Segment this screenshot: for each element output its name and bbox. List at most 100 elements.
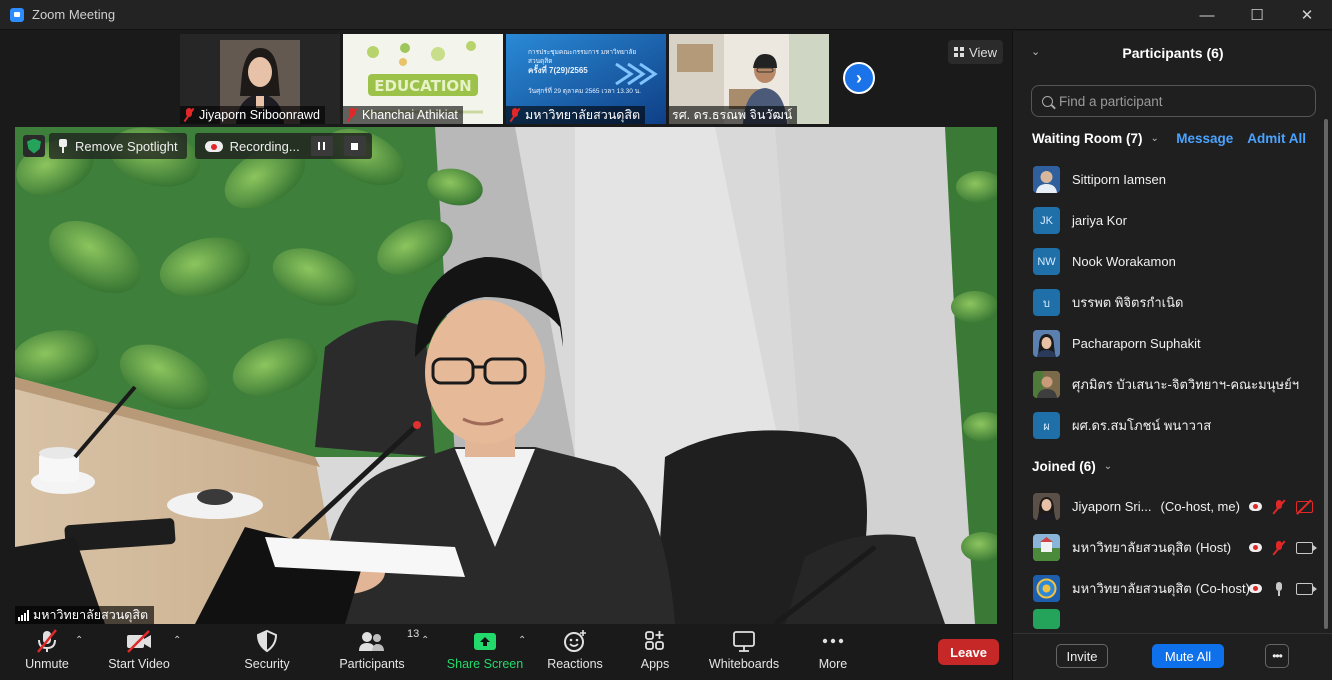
thumbnail-strip: Jiyaporn Sriboonrawd EDUCATION Khanchai … <box>180 34 829 124</box>
share-screen-button[interactable]: Share Screen <box>446 626 524 680</box>
waiting-participant[interactable]: NW Nook Worakamon <box>1013 241 1323 282</box>
waiting-room-header[interactable]: Waiting Room (7) ⌄ <box>1032 131 1159 146</box>
joined-participant[interactable]: มหาวิทยาลัยสวนดุสิต (Co-host) <box>1013 568 1323 609</box>
mic-muted-icon[interactable] <box>1272 499 1286 515</box>
signal-strength-icon <box>18 609 29 621</box>
pin-icon <box>58 139 68 153</box>
chevron-down-icon: ⌄ <box>1103 461 1113 472</box>
share-options-chevron-icon[interactable]: ⌃ <box>518 635 526 646</box>
apps-button[interactable]: Apps <box>636 626 674 680</box>
avatar <box>1033 609 1060 629</box>
shield-icon <box>256 626 278 656</box>
spotlight-video[interactable]: Remove Spotlight Recording... มหาวิทยาลั… <box>15 127 997 624</box>
start-video-label: Start Video <box>108 657 170 671</box>
slide-line: การประชุมคณะกรรมการ มหาวิทยาลัยสวนดุสิต <box>528 49 637 65</box>
slide-text: การประชุมคณะกรรมการ มหาวิทยาลัยสวนดุสิต … <box>528 48 660 96</box>
microphone-icon[interactable] <box>1272 581 1286 597</box>
thumbnail-name-tag: มหาวิทยาลัยสวนดุสิต <box>506 106 646 124</box>
participant-name: ผศ.ดร.สมโภชน์ พนาวาส <box>1072 418 1212 433</box>
close-button[interactable]: ✕ <box>1282 0 1332 30</box>
waiting-participant[interactable]: Sittiporn Iamsen <box>1013 159 1323 200</box>
pause-icon <box>318 142 326 150</box>
start-video-button[interactable]: Start Video <box>107 626 171 680</box>
mic-muted-icon <box>509 108 521 122</box>
stop-recording-button[interactable] <box>343 136 366 156</box>
apps-label: Apps <box>640 657 670 671</box>
participant-search-input[interactable]: Find a participant <box>1031 85 1316 117</box>
participants-options-chevron-icon[interactable]: ⌃ <box>421 635 429 646</box>
title-bar: Zoom Meeting — ☐ ✕ <box>0 0 1332 30</box>
remove-spotlight-label: Remove Spotlight <box>75 138 178 154</box>
waiting-participant[interactable]: JK jariya Kor <box>1013 200 1323 241</box>
waiting-participant[interactable]: ศุภมิตร บัวเสนาะ-จิตวิทยาฯ-คณะมนุษย์ฯ <box>1013 364 1323 405</box>
video-off-icon[interactable] <box>1296 500 1313 513</box>
more-button[interactable]: More <box>814 626 852 680</box>
search-placeholder: Find a participant <box>1059 93 1163 109</box>
video-camera-icon[interactable] <box>1296 541 1317 554</box>
leave-button[interactable]: Leave <box>938 639 999 665</box>
zoom-logo-icon <box>10 7 24 22</box>
joined-participant[interactable]: Jiyaporn Sri... (Co-host, me) <box>1013 486 1323 527</box>
participant-status-icons <box>1249 527 1317 568</box>
minimize-button[interactable]: — <box>1182 0 1232 30</box>
invite-button[interactable]: Invite <box>1056 644 1108 668</box>
waiting-participant[interactable]: ผ ผศ.ดร.สมโภชน์ พนาวาส <box>1013 405 1323 446</box>
mic-muted-icon <box>34 626 60 656</box>
video-camera-icon[interactable] <box>1296 582 1317 595</box>
cloud-recording-icon <box>1249 502 1262 511</box>
joined-participant-partial[interactable] <box>1013 609 1323 629</box>
video-options-chevron-icon[interactable]: ⌃ <box>173 635 181 646</box>
admit-all-button[interactable]: Admit All <box>1247 131 1306 146</box>
security-label: Security <box>244 657 290 671</box>
cloud-recording-icon <box>204 140 223 152</box>
audio-options-chevron-icon[interactable]: ⌃ <box>75 635 83 646</box>
avatar <box>1033 166 1060 193</box>
thumbnail-name: รศ. ดร.ธรณพ จินวัฒน์ <box>672 108 793 122</box>
spotlight-overlay: Remove Spotlight Recording... <box>23 133 372 159</box>
mute-all-button[interactable]: Mute All <box>1152 644 1224 668</box>
recording-indicator: Recording... <box>194 133 372 159</box>
joined-header[interactable]: Joined (6) ⌄ <box>1032 459 1112 474</box>
more-options-button[interactable]: ••• <box>1265 644 1289 668</box>
waiting-participant[interactable]: Pacharaporn Suphakit <box>1013 323 1323 364</box>
video-thumbnail[interactable]: การประชุมคณะกรรมการ มหาวิทยาลัยสวนดุสิต … <box>506 34 666 124</box>
mic-muted-icon[interactable] <box>1272 540 1286 556</box>
participant-name: Nook Worakamon <box>1072 254 1176 269</box>
avatar <box>1033 493 1060 520</box>
window-controls: — ☐ ✕ <box>1182 0 1332 30</box>
participants-button[interactable]: 13 Participants <box>338 626 419 680</box>
joined-participant[interactable]: มหาวิทยาลัยสวนดุสิต (Host) <box>1013 527 1323 568</box>
message-button[interactable]: Message <box>1176 131 1233 146</box>
security-button[interactable]: Security <box>242 626 292 680</box>
participant-status-icons <box>1249 568 1317 609</box>
unmute-button[interactable]: Unmute <box>22 626 72 680</box>
search-icon <box>1042 95 1053 107</box>
panel-scrollbar[interactable] <box>1324 119 1328 629</box>
panel-footer: Invite Mute All ••• <box>1013 633 1332 680</box>
video-thumbnail[interactable]: Jiyaporn Sriboonrawd <box>180 34 340 124</box>
maximize-button[interactable]: ☐ <box>1232 0 1282 30</box>
remove-spotlight-button[interactable]: Remove Spotlight <box>49 133 187 159</box>
more-dots-icon <box>820 626 846 656</box>
view-label: View <box>969 44 997 60</box>
avatar: NW <box>1033 248 1060 275</box>
whiteboard-icon <box>731 626 757 656</box>
participant-name: ศุภมิตร บัวเสนาะ-จิตวิทยาฯ-คณะมนุษย์ฯ <box>1072 377 1300 392</box>
next-page-arrow-icon[interactable]: › <box>843 62 875 94</box>
participant-role: (Co-host, me) <box>1160 499 1240 514</box>
video-thumbnail[interactable]: EDUCATION Khanchai Athikiat <box>343 34 503 124</box>
encryption-shield-icon[interactable] <box>23 135 45 157</box>
view-button[interactable]: View <box>948 40 1003 64</box>
pause-recording-button[interactable] <box>310 136 333 156</box>
share-screen-label: Share Screen <box>446 657 524 671</box>
reactions-button[interactable]: Reactions <box>546 626 604 680</box>
reactions-label: Reactions <box>547 657 603 671</box>
participant-name: Jiyaporn Sri... <box>1072 499 1152 514</box>
participant-name: Sittiporn Iamsen <box>1072 172 1166 187</box>
waiting-room-list: Sittiporn Iamsen JK jariya Kor NW Nook W… <box>1013 159 1323 446</box>
whiteboards-button[interactable]: Whiteboards <box>706 626 782 680</box>
waiting-room-label: Waiting Room (7) <box>1032 131 1143 146</box>
avatar: ผ <box>1033 412 1060 439</box>
waiting-participant[interactable]: บ บรรพต พิจิตรกำเนิด <box>1013 282 1323 323</box>
video-thumbnail[interactable]: รศ. ดร.ธรณพ จินวัฒน์ <box>669 34 829 124</box>
